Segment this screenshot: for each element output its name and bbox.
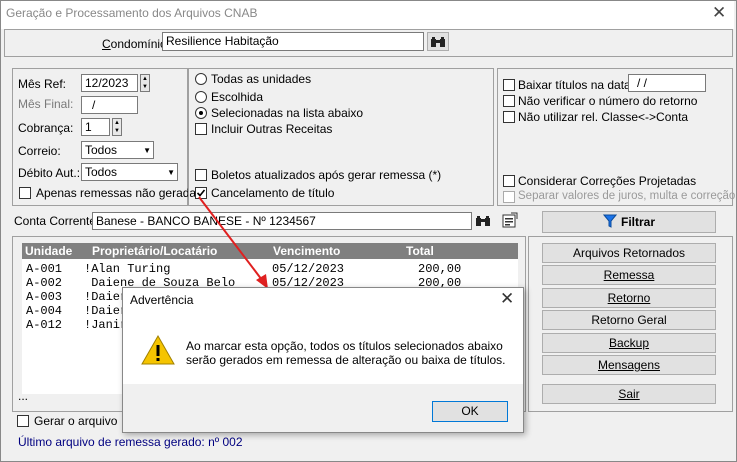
dialog-message-line2: serão gerados em remessa de alteração ou… (186, 353, 506, 367)
warning-icon (141, 334, 175, 365)
dialog-message-line1: Ao marcar esta opção, todos os títulos s… (186, 339, 503, 353)
dialog-ok-label: OK (461, 404, 479, 418)
dialog-close-icon[interactable]: ✕ (500, 289, 514, 309)
dialog-title: Advertência (130, 293, 194, 307)
dialog-ok-button[interactable]: OK (432, 401, 508, 422)
